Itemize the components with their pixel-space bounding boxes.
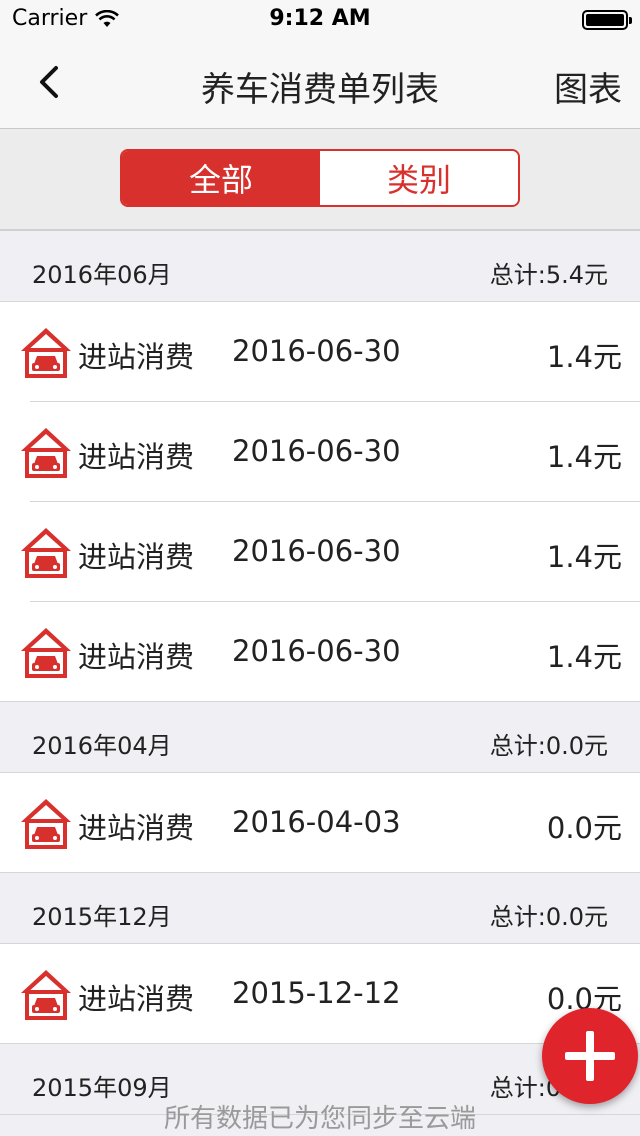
row-date: 2016-06-30: [232, 634, 401, 668]
section-header: 2016年06月 总计:5.4元: [0, 231, 640, 302]
segment-category[interactable]: 类别: [320, 151, 518, 205]
row-category: 进站消费: [78, 982, 195, 1016]
section-total: 总计:0.0元: [489, 903, 608, 931]
section-total: 总计:5.4元: [489, 261, 608, 289]
segmented-control: 全部 类别: [120, 149, 520, 207]
list-item[interactable]: 进站消费 2015-12-12 0.0元: [0, 944, 640, 1044]
row-category: 进站消费: [78, 440, 195, 474]
garage-car-icon: [21, 628, 71, 678]
expense-list: 2016年06月 总计:5.4元 进站消费 2016-06-30 1.4元 进站…: [0, 231, 640, 1115]
garage-car-icon: [21, 328, 71, 378]
section-header: 2015年12月 总计:0.0元: [0, 873, 640, 944]
list-item[interactable]: 进站消费 2016-06-30 1.4元: [0, 302, 640, 402]
nav-bar: 养车消费单列表 图表: [0, 40, 640, 129]
section-month: 2016年06月: [32, 261, 172, 289]
status-bar: Carrier 9:12 AM: [0, 0, 640, 40]
segment-all[interactable]: 全部: [122, 151, 320, 205]
garage-car-icon: [21, 799, 71, 849]
row-amount: 1.4元: [546, 440, 622, 474]
row-date: 2016-04-03: [232, 805, 401, 839]
segment-area: 全部 类别: [0, 129, 640, 231]
sync-status-text: 所有数据已为您同步至云端: [163, 1104, 476, 1134]
list-item[interactable]: 进站消费 2016-06-30 1.4元: [0, 602, 640, 702]
row-category: 进站消费: [78, 340, 195, 374]
add-expense-button[interactable]: [542, 1008, 638, 1104]
row-date: 2015-12-12: [232, 976, 401, 1010]
row-date: 2016-06-30: [232, 334, 401, 368]
list-item[interactable]: 进站消费 2016-06-30 1.4元: [0, 502, 640, 602]
section-month: 2016年04月: [32, 732, 172, 760]
garage-car-icon: [21, 970, 71, 1020]
section-month: 2015年12月: [32, 903, 172, 931]
chart-button[interactable]: 图表: [554, 62, 622, 111]
row-category: 进站消费: [78, 640, 195, 674]
row-amount: 1.4元: [546, 640, 622, 674]
row-amount: 1.4元: [546, 540, 622, 574]
garage-car-icon: [21, 528, 71, 578]
status-time: 9:12 AM: [269, 6, 371, 31]
list-item[interactable]: 进站消费 2016-04-03 0.0元: [0, 773, 640, 873]
row-date: 2016-06-30: [232, 534, 401, 568]
garage-car-icon: [21, 428, 71, 478]
row-date: 2016-06-30: [232, 434, 401, 468]
section-total: 总计:0.0元: [489, 732, 608, 760]
row-category: 进站消费: [78, 540, 195, 574]
row-amount: 0.0元: [546, 811, 622, 845]
row-amount: 1.4元: [546, 340, 622, 374]
battery-icon: [582, 10, 632, 30]
page-title: 养车消费单列表: [201, 70, 439, 110]
list-item[interactable]: 进站消费 2016-06-30 1.4元: [0, 402, 640, 502]
row-category: 进站消费: [78, 811, 195, 845]
section-header: 2016年04月 总计:0.0元: [0, 702, 640, 773]
